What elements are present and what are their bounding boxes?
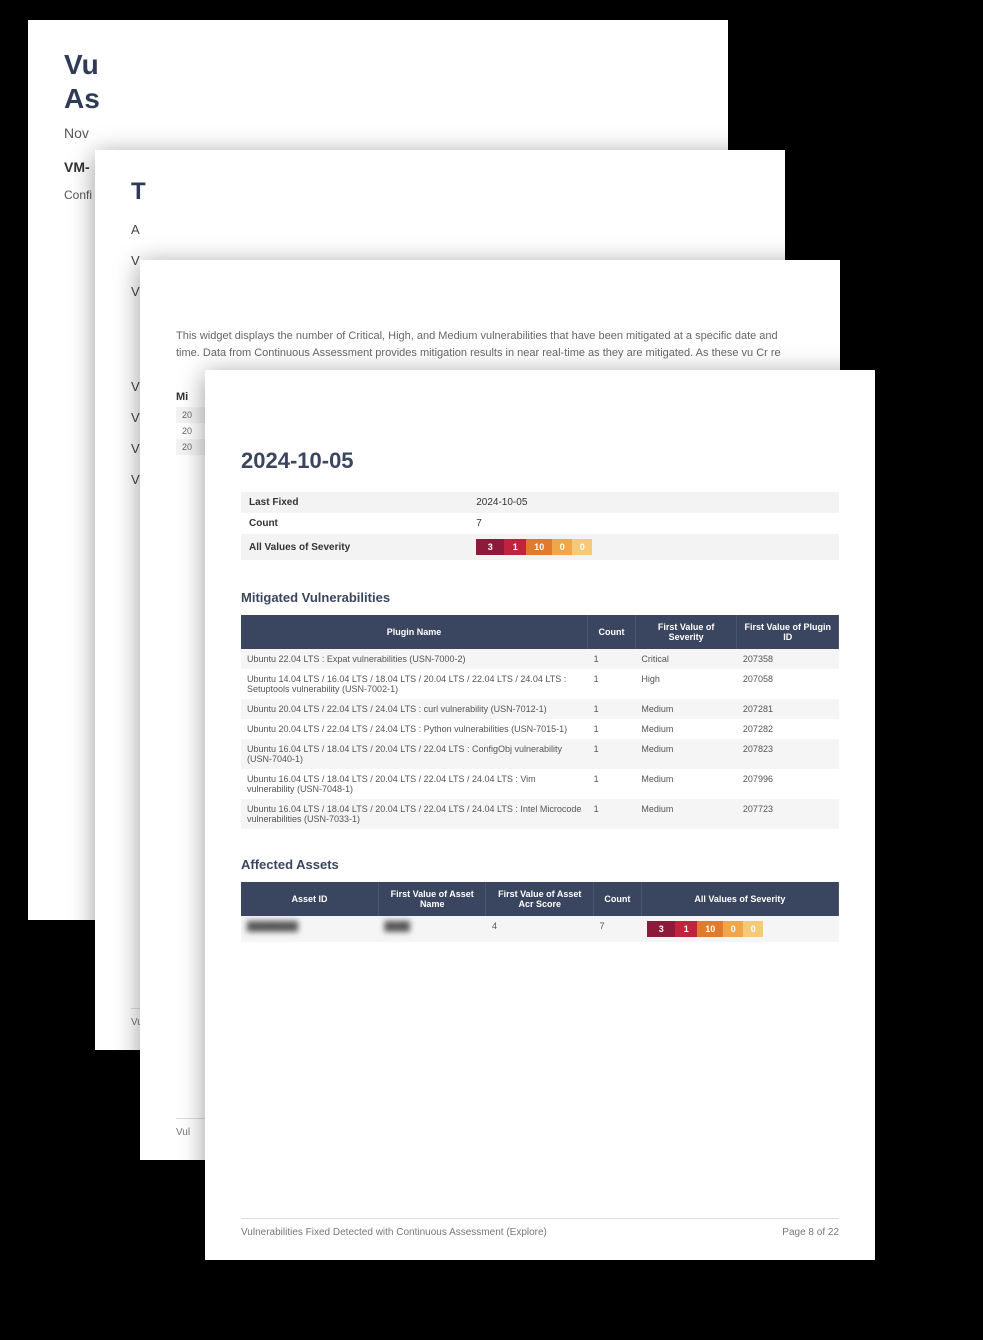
count: 1 bbox=[588, 699, 636, 719]
plugin-id: 207723 bbox=[737, 799, 839, 829]
kv-value: 2024-10-05 bbox=[468, 492, 839, 513]
severity-cell: 311000 bbox=[641, 916, 838, 942]
kv-row: All Values of Severity311000 bbox=[241, 534, 839, 560]
severity-bar: 311000 bbox=[476, 539, 592, 555]
count: 7 bbox=[594, 916, 642, 942]
kv-row: Count7 bbox=[241, 513, 839, 534]
plugin-name: Ubuntu 14.04 LTS / 16.04 LTS / 18.04 LTS… bbox=[241, 669, 588, 699]
table-header: Plugin Name bbox=[241, 615, 588, 649]
severity-segment: 1 bbox=[675, 921, 697, 937]
severity-segment: 0 bbox=[552, 539, 572, 555]
table-header: Count bbox=[588, 615, 636, 649]
severity: Medium bbox=[635, 719, 737, 739]
report-title-line1: Vu bbox=[64, 48, 692, 82]
section-date-heading: 2024-10-05 bbox=[241, 448, 839, 474]
toc-item: A bbox=[131, 222, 749, 237]
widget-description: This widget displays the number of Criti… bbox=[176, 328, 804, 361]
plugin-name: Ubuntu 22.04 LTS : Expat vulnerabilities… bbox=[241, 649, 588, 669]
table-row: ████████████47311000 bbox=[241, 916, 839, 942]
severity-segment: 3 bbox=[476, 539, 504, 555]
asset-name: ████ bbox=[378, 916, 486, 942]
count: 1 bbox=[588, 769, 636, 799]
asset-id: ████████ bbox=[241, 916, 378, 942]
kv-key: Count bbox=[241, 513, 468, 534]
table-header: First Value of Asset Name bbox=[378, 882, 486, 916]
plugin-id: 207058 bbox=[737, 669, 839, 699]
kv-row: Last Fixed2024-10-05 bbox=[241, 492, 839, 513]
severity-segment: 3 bbox=[647, 921, 675, 937]
plugin-id: 207281 bbox=[737, 699, 839, 719]
count: 1 bbox=[588, 719, 636, 739]
severity: High bbox=[635, 669, 737, 699]
table-row: Ubuntu 16.04 LTS / 18.04 LTS / 20.04 LTS… bbox=[241, 739, 839, 769]
table-header: All Values of Severity bbox=[641, 882, 838, 916]
severity-segment: 0 bbox=[743, 921, 763, 937]
toc-title: T bbox=[131, 178, 749, 206]
severity: Medium bbox=[635, 699, 737, 719]
report-title-line2: As bbox=[64, 82, 692, 116]
mitigated-vuln-title: Mitigated Vulnerabilities bbox=[241, 590, 839, 605]
footer-report-title: Vulnerabilities Fixed Detected with Cont… bbox=[241, 1227, 547, 1238]
table-row: Ubuntu 20.04 LTS / 22.04 LTS / 24.04 LTS… bbox=[241, 699, 839, 719]
severity-segment: 10 bbox=[526, 539, 552, 555]
table-header: First Value of Asset Acr Score bbox=[486, 882, 594, 916]
severity: Medium bbox=[635, 739, 737, 769]
acr-score: 4 bbox=[486, 916, 594, 942]
mitigated-vuln-table: Plugin NameCountFirst Value of SeverityF… bbox=[241, 615, 839, 829]
footer-page-number: Page 8 of 22 bbox=[782, 1227, 839, 1238]
table-row: Ubuntu 16.04 LTS / 18.04 LTS / 20.04 LTS… bbox=[241, 799, 839, 829]
severity-segment: 10 bbox=[697, 921, 723, 937]
report-date: Nov bbox=[64, 125, 692, 141]
kv-key: Last Fixed bbox=[241, 492, 468, 513]
table-header: First Value of Severity bbox=[635, 615, 737, 649]
severity: Critical bbox=[635, 649, 737, 669]
kv-key: All Values of Severity bbox=[241, 534, 468, 560]
table-row: Ubuntu 14.04 LTS / 16.04 LTS / 18.04 LTS… bbox=[241, 669, 839, 699]
severity-segment: 0 bbox=[572, 539, 592, 555]
table-header: Asset ID bbox=[241, 882, 378, 916]
plugin-name: Ubuntu 16.04 LTS / 18.04 LTS / 20.04 LTS… bbox=[241, 799, 588, 829]
count: 1 bbox=[588, 669, 636, 699]
table-row: Ubuntu 22.04 LTS : Expat vulnerabilities… bbox=[241, 649, 839, 669]
severity-segment: 1 bbox=[504, 539, 526, 555]
count: 1 bbox=[588, 799, 636, 829]
kv-value: 7 bbox=[468, 513, 839, 534]
table-row: Ubuntu 16.04 LTS / 18.04 LTS / 20.04 LTS… bbox=[241, 769, 839, 799]
plugin-name: Ubuntu 20.04 LTS / 22.04 LTS / 24.04 LTS… bbox=[241, 699, 588, 719]
plugin-name: Ubuntu 16.04 LTS / 18.04 LTS / 20.04 LTS… bbox=[241, 769, 588, 799]
severity-bar: 311000 bbox=[647, 921, 763, 937]
page4-footer: Vulnerabilities Fixed Detected with Cont… bbox=[241, 1218, 839, 1238]
severity: Medium bbox=[635, 769, 737, 799]
table-header: Count bbox=[594, 882, 642, 916]
plugin-name: Ubuntu 16.04 LTS / 18.04 LTS / 20.04 LTS… bbox=[241, 739, 588, 769]
table-header: First Value of Plugin ID bbox=[737, 615, 839, 649]
plugin-name: Ubuntu 20.04 LTS / 22.04 LTS / 24.04 LTS… bbox=[241, 719, 588, 739]
table-row: Ubuntu 20.04 LTS / 22.04 LTS / 24.04 LTS… bbox=[241, 719, 839, 739]
count: 1 bbox=[588, 739, 636, 769]
severity-segment: 0 bbox=[723, 921, 743, 937]
plugin-id: 207358 bbox=[737, 649, 839, 669]
plugin-id: 207823 bbox=[737, 739, 839, 769]
plugin-id: 207282 bbox=[737, 719, 839, 739]
summary-kv-table: Last Fixed2024-10-05Count7All Values of … bbox=[241, 492, 839, 560]
kv-value: 311000 bbox=[468, 534, 839, 560]
affected-assets-title: Affected Assets bbox=[241, 857, 839, 872]
affected-assets-table: Asset IDFirst Value of Asset NameFirst V… bbox=[241, 882, 839, 942]
detail-page: 2024-10-05 Last Fixed2024-10-05Count7All… bbox=[205, 370, 875, 1260]
page3-footer-text: Vul bbox=[176, 1127, 190, 1138]
plugin-id: 207996 bbox=[737, 769, 839, 799]
count: 1 bbox=[588, 649, 636, 669]
severity: Medium bbox=[635, 799, 737, 829]
